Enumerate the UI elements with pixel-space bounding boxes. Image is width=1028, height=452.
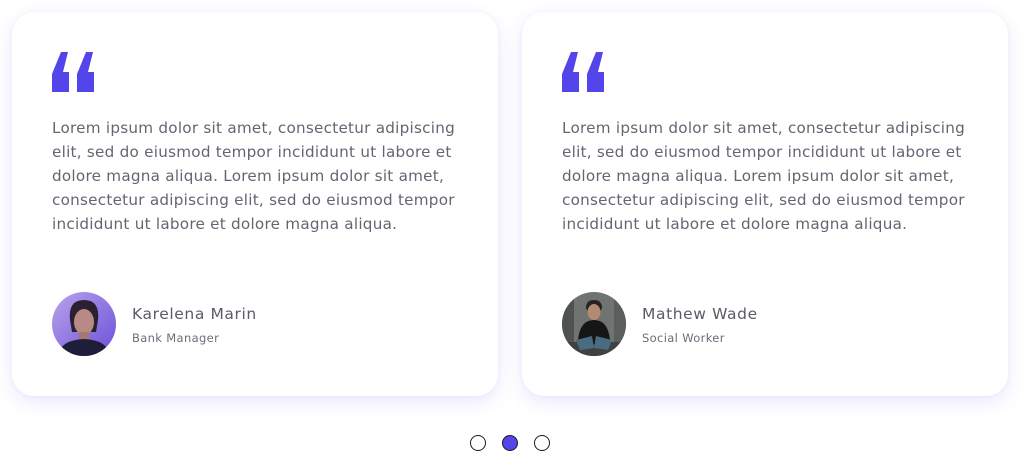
testimonial-card: Lorem ipsum dolor sit amet, consectetur … xyxy=(12,12,498,396)
quote-icon xyxy=(52,52,94,92)
author-role: Bank Manager xyxy=(132,330,220,345)
testimonial-author: Karelena Marin Bank Manager xyxy=(52,292,257,356)
quote-icon xyxy=(562,52,604,92)
author-role: Social Worker xyxy=(642,330,725,345)
avatar xyxy=(52,292,116,356)
avatar xyxy=(562,292,626,356)
testimonial-quote: Lorem ipsum dolor sit amet, consectetur … xyxy=(52,119,455,233)
carousel-pagination xyxy=(470,435,550,451)
testimonial-author: Mathew Wade Social Worker xyxy=(562,292,758,356)
testimonial-card: Lorem ipsum dolor sit amet, consectetur … xyxy=(522,12,1008,396)
testimonial-quote: Lorem ipsum dolor sit amet, consectetur … xyxy=(562,119,965,233)
pagination-dot[interactable] xyxy=(470,435,486,451)
author-name: Mathew Wade xyxy=(642,304,758,323)
pagination-dot[interactable] xyxy=(534,435,550,451)
author-name: Karelena Marin xyxy=(132,304,257,323)
pagination-dot-active[interactable] xyxy=(502,435,518,451)
